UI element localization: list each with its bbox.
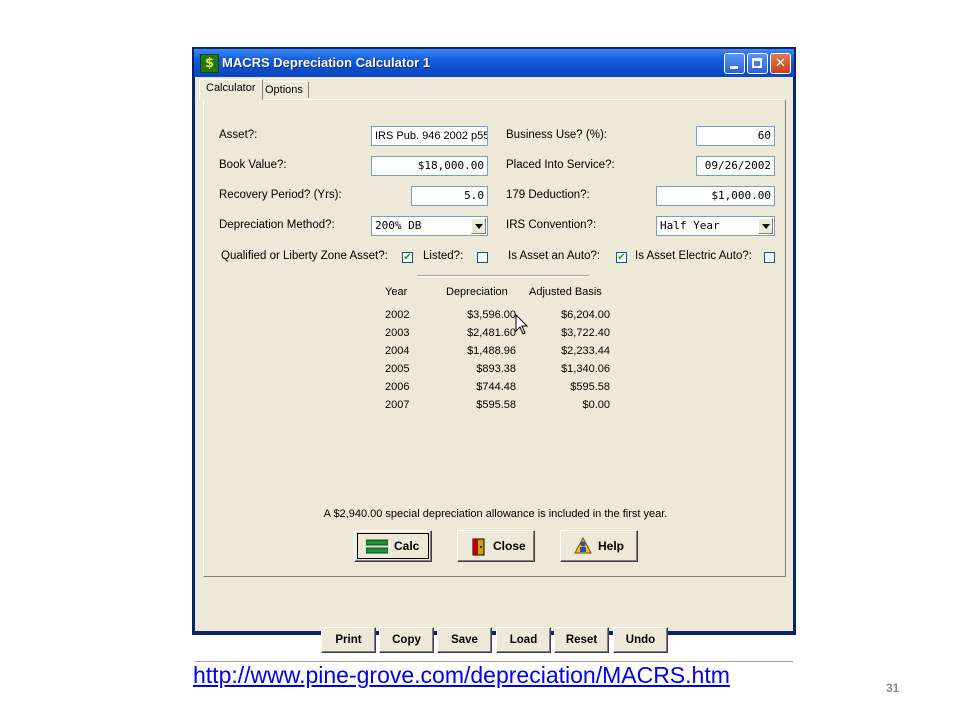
table-cell-year: 2003 — [385, 327, 410, 339]
table-cell-year: 2005 — [385, 363, 410, 375]
book-value-input[interactable]: $18,000.00 — [371, 156, 488, 176]
results-divider — [417, 275, 589, 277]
section-179-deduction-label: 179 Deduction?: — [506, 189, 590, 201]
business-use-label: Business Use? (%): — [506, 129, 607, 141]
placed-in-service-label: Placed Into Service?: — [506, 159, 615, 171]
is-auto-label: Is Asset an Auto?: — [508, 250, 601, 262]
close-window-button[interactable]: ✕ — [770, 53, 791, 74]
table-cell-year: 2007 — [385, 399, 410, 411]
help-button[interactable]: Help — [560, 530, 638, 562]
asset-label: Asset?: — [219, 129, 258, 141]
book-value-label: Book Value?: — [219, 159, 287, 171]
calculator-panel: Asset?: IRS Pub. 946 2002 p55 Book Value… — [203, 99, 786, 577]
source-url-link[interactable]: http://www.pine-grove.com/depreciation/M… — [193, 662, 730, 689]
section-179-deduction-input[interactable]: $1,000.00 — [656, 186, 775, 206]
save-button[interactable]: Save — [437, 627, 492, 653]
help-icon — [574, 537, 592, 554]
table-cell-adjusted-basis: $3,722.40 — [561, 327, 610, 339]
placed-in-service-input[interactable]: 09/26/2002 — [696, 156, 775, 176]
door-icon — [472, 538, 485, 556]
listed-checkbox[interactable] — [477, 252, 488, 263]
recovery-period-input[interactable]: 5.0 — [411, 186, 488, 206]
asset-input[interactable]: IRS Pub. 946 2002 p55 — [371, 126, 488, 146]
minimize-button[interactable] — [724, 53, 745, 74]
is-electric-auto-checkbox[interactable] — [764, 252, 775, 263]
table-cell-year: 2002 — [385, 309, 410, 321]
table-cell-depreciation: $2,481.60 — [467, 327, 516, 339]
table-cell-adjusted-basis: $1,340.06 — [561, 363, 610, 375]
copy-button[interactable]: Copy — [379, 627, 434, 653]
table-cell-depreciation: $595.58 — [476, 399, 516, 411]
table-header-year: Year — [385, 286, 408, 298]
table-cell-adjusted-basis: $0.00 — [582, 399, 610, 411]
app-window: $ MACRS Depreciation Calculator 1 ✕ Calc… — [192, 47, 796, 663]
tab-options[interactable]: Options — [259, 81, 309, 98]
irs-convention-select[interactable]: Half Year — [656, 216, 775, 236]
app-dollar-icon: $ — [200, 54, 219, 73]
page-number: 31 — [886, 681, 900, 695]
irs-convention-label: IRS Convention?: — [506, 219, 597, 231]
title-bar[interactable]: $ MACRS Depreciation Calculator 1 ✕ — [194, 49, 794, 77]
depreciation-method-select[interactable]: 200% DB — [371, 216, 488, 236]
maximize-button[interactable] — [747, 53, 768, 74]
load-button[interactable]: Load — [496, 627, 551, 653]
close-label: Close — [493, 539, 526, 553]
is-auto-checkbox[interactable]: ✔ — [616, 252, 627, 263]
help-label: Help — [598, 539, 625, 553]
calculator-icon — [366, 539, 388, 554]
table-cell-adjusted-basis: $2,233.44 — [561, 345, 610, 357]
chevron-down-icon[interactable] — [758, 218, 773, 234]
qualified-zone-label: Qualified or Liberty Zone Asset?: — [221, 250, 388, 262]
client-area: Calculator Options Asset?: IRS Pub. 946 … — [195, 77, 793, 663]
table-header-adjusted-basis: Adjusted Basis — [529, 286, 602, 298]
maximize-icon — [752, 58, 762, 68]
special-allowance-note: A $2,940.00 special depreciation allowan… — [323, 508, 668, 520]
print-button[interactable]: Print — [321, 627, 376, 653]
depreciation-method-label: Depreciation Method?: — [219, 219, 335, 231]
table-header-depreciation: Depreciation — [446, 286, 508, 298]
chevron-down-icon[interactable] — [471, 218, 486, 234]
irs-convention-value: Half Year — [660, 219, 720, 232]
business-use-input[interactable]: 60 — [696, 126, 775, 146]
calc-button[interactable]: Calc — [354, 530, 432, 562]
tab-calculator[interactable]: Calculator — [199, 79, 263, 100]
table-cell-depreciation: $893.38 — [476, 363, 516, 375]
calc-label: Calc — [394, 539, 420, 553]
listed-label: Listed?: — [423, 250, 464, 262]
reset-button[interactable]: Reset — [554, 627, 609, 653]
table-cell-depreciation: $3,596.00 — [467, 309, 516, 321]
table-cell-adjusted-basis: $6,204.00 — [561, 309, 610, 321]
qualified-zone-checkbox[interactable]: ✔ — [402, 252, 413, 263]
close-icon: ✕ — [775, 56, 786, 71]
table-cell-depreciation: $1,488.96 — [467, 345, 516, 357]
table-cell-year: 2006 — [385, 381, 410, 393]
table-cell-adjusted-basis: $595.58 — [570, 381, 610, 393]
table-cell-year: 2004 — [385, 345, 410, 357]
depreciation-method-value: 200% DB — [375, 219, 422, 232]
mouse-cursor-icon — [515, 314, 529, 335]
table-cell-depreciation: $744.48 — [476, 381, 516, 393]
is-electric-auto-label: Is Asset Electric Auto?: — [635, 250, 752, 262]
window-title: MACRS Depreciation Calculator 1 — [222, 55, 431, 70]
recovery-period-label: Recovery Period? (Yrs): — [219, 189, 342, 201]
close-button[interactable]: Close — [457, 530, 535, 562]
minimize-icon — [730, 66, 738, 69]
undo-button[interactable]: Undo — [613, 627, 668, 653]
